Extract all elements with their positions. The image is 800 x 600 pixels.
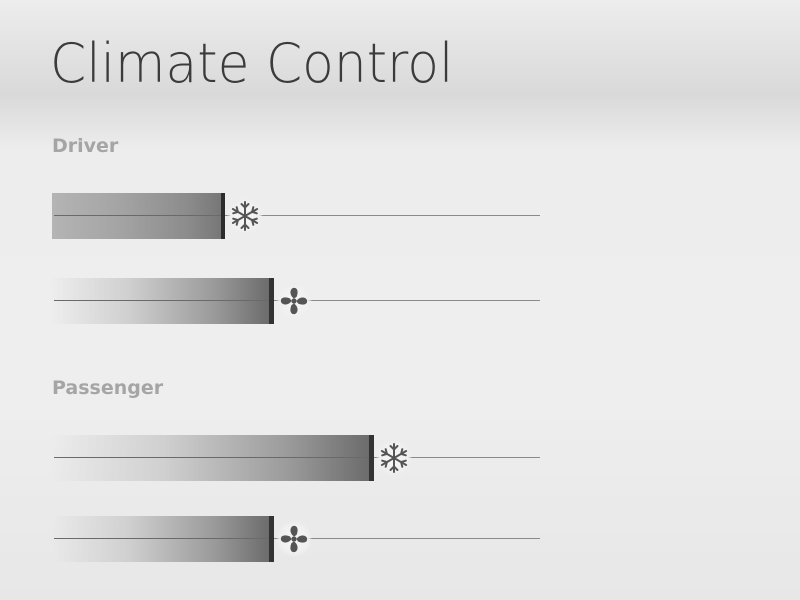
driver-temperature-slider[interactable]	[52, 192, 540, 240]
snowflake-icon	[231, 201, 259, 231]
slider-fill	[52, 516, 274, 562]
page-title: Climate Control	[50, 32, 454, 95]
section-label-driver: Driver	[52, 135, 119, 157]
slider-knob[interactable]	[276, 283, 312, 319]
slider-knob[interactable]	[227, 198, 263, 234]
slider-knob[interactable]	[376, 440, 412, 476]
slider-fill	[52, 278, 274, 324]
passenger-temperature-slider[interactable]	[52, 434, 540, 482]
fan-icon	[280, 287, 308, 315]
slider-knob[interactable]	[276, 521, 312, 557]
passenger-fan-slider[interactable]	[52, 515, 540, 563]
section-label-passenger: Passenger	[52, 377, 164, 399]
snowflake-icon	[380, 443, 408, 473]
slider-fill	[52, 193, 225, 239]
slider-fill	[52, 435, 374, 481]
fan-icon	[280, 525, 308, 553]
driver-fan-slider[interactable]	[52, 277, 540, 325]
